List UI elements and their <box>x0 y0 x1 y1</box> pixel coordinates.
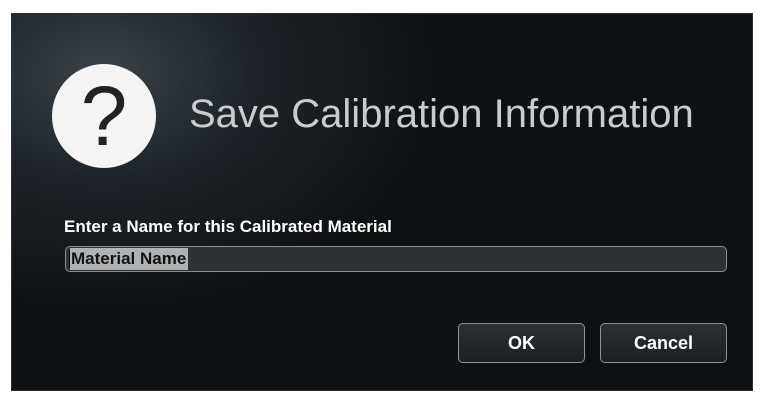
material-name-input[interactable]: Material Name <box>65 246 727 272</box>
dialog-title: Save Calibration Information <box>189 92 694 136</box>
material-name-value: Material Name <box>70 248 189 270</box>
question-mark-glyph: ? <box>80 69 128 163</box>
ok-button[interactable]: OK <box>458 323 585 363</box>
cancel-button[interactable]: Cancel <box>600 323 727 363</box>
save-calibration-dialog: ? Save Calibration Information Enter a N… <box>11 13 753 391</box>
screenshot-frame: ? Save Calibration Information Enter a N… <box>0 0 761 394</box>
question-mark-icon: ? <box>52 64 156 168</box>
material-name-label: Enter a Name for this Calibrated Materia… <box>64 217 392 236</box>
